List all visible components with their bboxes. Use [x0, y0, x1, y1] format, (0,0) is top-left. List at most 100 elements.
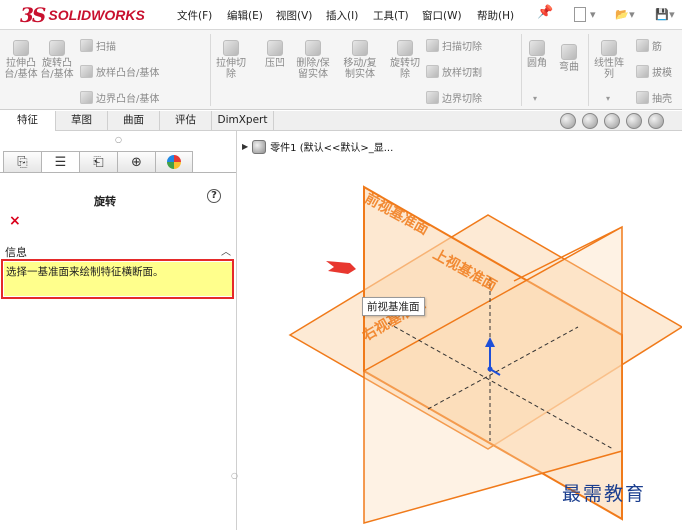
origin-point[interactable] — [487, 366, 493, 372]
swept-cut-button[interactable]: 扫描切除 — [426, 38, 482, 53]
tab-evaluate[interactable]: 评估 — [160, 111, 212, 131]
section-view-icon[interactable] — [626, 113, 642, 129]
lofted-cut-icon — [426, 65, 439, 78]
indent-icon — [267, 40, 283, 56]
draft-icon — [636, 65, 649, 78]
delete-keep-body-button[interactable]: 删除/保 留实体 — [293, 40, 333, 80]
pin-icon[interactable]: 📌 — [537, 5, 553, 20]
shell-label: 抽壳 — [652, 94, 672, 105]
loft-label: 放样凸台/基体 — [96, 68, 160, 79]
shell-button[interactable]: 抽壳 — [636, 90, 672, 105]
pattern-dropdown-icon[interactable]: ▾ — [606, 94, 610, 103]
dimxpert-manager-tab[interactable]: ⊕ — [117, 151, 155, 173]
ribbon-separator — [210, 34, 211, 106]
menu-help[interactable]: 帮助(H) — [477, 8, 514, 23]
ribbon-separator — [521, 34, 522, 106]
extrude-cut-label: 拉伸切 除 — [216, 58, 246, 80]
solidworks-logo[interactable]: 3S SOLIDWORKS — [20, 3, 150, 27]
cancel-button[interactable]: × — [9, 213, 21, 229]
fillet-icon — [529, 40, 545, 56]
sweep-button[interactable]: 扫描 — [80, 38, 116, 53]
crosshair-icon: ⊕ — [131, 154, 142, 170]
revolve-cut-button[interactable]: 旋转切 除 — [388, 40, 422, 80]
tab-divider — [0, 172, 236, 173]
menu-tools[interactable]: 工具(T) — [373, 8, 409, 23]
move-copy-body-button[interactable]: 移动/复 制实体 — [340, 40, 380, 80]
chevron-up-icon[interactable]: ︿ — [221, 243, 231, 258]
tab-surfaces[interactable]: 曲面 — [108, 111, 160, 131]
delete-keep-body-label: 删除/保 留实体 — [296, 58, 330, 80]
menu-window[interactable]: 窗口(W) — [422, 8, 462, 23]
watermark: 最需教育 — [562, 483, 647, 505]
boundary-cut-button[interactable]: 边界切除 — [426, 90, 482, 105]
ribbon-separator — [588, 34, 589, 106]
revolve-boss-label: 旋转凸 台/基体 — [40, 58, 74, 80]
message-section-title: 信息 — [5, 246, 27, 259]
feature-manager-tab[interactable]: ⎘ — [3, 151, 41, 173]
help-icon[interactable]: ? — [207, 189, 221, 203]
dropdown-icon: ▾ — [629, 7, 635, 21]
command-manager-ribbon: 拉伸凸 台/基体 旋转凸 台/基体 扫描 放样凸台/基体 边界凸台/基体 拉伸切… — [0, 30, 682, 110]
extrude-boss-button[interactable]: 拉伸凸 台/基体 — [4, 40, 38, 80]
save-button[interactable]: 💾 ▾ — [648, 4, 682, 24]
new-document-button[interactable]: ▾ — [568, 4, 602, 24]
extrude-boss-label: 拉伸凸 台/基体 — [4, 58, 38, 80]
pointer-arrow-icon — [326, 261, 356, 274]
fillet-button[interactable]: 圆角 — [524, 40, 550, 69]
message-section-header[interactable]: 信息 ︿ — [5, 244, 231, 260]
tab-sketch[interactable]: 草图 — [56, 111, 108, 131]
previous-view-icon[interactable] — [604, 113, 620, 129]
rib-icon — [636, 39, 649, 52]
panel-grip-icon[interactable]: ○ — [0, 135, 237, 144]
display-pie-icon — [167, 155, 181, 169]
revolve-cut-label: 旋转切 除 — [390, 58, 420, 80]
save-icon: 💾 — [655, 7, 670, 21]
boundary-cut-icon — [426, 91, 439, 104]
logo-text: SOLIDWORKS — [48, 7, 145, 23]
heads-up-view-toolbar — [560, 113, 664, 129]
menu-file[interactable]: 文件(F) — [177, 8, 212, 23]
menu-view[interactable]: 视图(V) — [276, 8, 312, 23]
command-tabs: 特征 草图 曲面 评估 DimXpert — [0, 111, 682, 131]
linear-pattern-label: 线性阵 列 — [594, 58, 624, 80]
open-document-button[interactable]: 📂 ▾ — [608, 4, 642, 24]
feature-title: 旋转 — [94, 195, 116, 208]
menu-insert[interactable]: 插入(I) — [326, 8, 358, 23]
revolve-boss-button[interactable]: 旋转凸 台/基体 — [40, 40, 74, 80]
extrude-cut-button[interactable]: 拉伸切 除 — [214, 40, 248, 80]
view-orientation-icon[interactable] — [648, 113, 664, 129]
swept-cut-label: 扫描切除 — [442, 42, 482, 53]
tab-dimxpert[interactable]: DimXpert — [212, 111, 274, 131]
property-manager-tab[interactable]: ☰ — [41, 151, 79, 173]
zoom-to-fit-icon[interactable] — [560, 113, 576, 129]
fillet-dropdown-icon[interactable]: ▾ — [533, 94, 537, 103]
feature-tree-icon: ⎘ — [17, 154, 28, 170]
configuration-manager-tab[interactable]: ⎗ — [79, 151, 117, 173]
boundary-cut-label: 边界切除 — [442, 94, 482, 105]
menu-edit[interactable]: 编辑(E) — [227, 8, 263, 23]
highlight-box — [1, 259, 234, 299]
manager-tabs: ⎘ ☰ ⎗ ⊕ — [3, 151, 193, 173]
display-manager-tab[interactable] — [155, 151, 193, 173]
sweep-label: 扫描 — [96, 42, 116, 53]
loft-button[interactable]: 放样凸台/基体 — [80, 64, 159, 79]
linear-pattern-button[interactable]: 线性阵 列 — [591, 40, 627, 80]
panel-resize-handle[interactable]: ○ — [231, 471, 238, 480]
rib-button[interactable]: 筋 — [636, 38, 662, 53]
indent-label: 压凹 — [265, 58, 285, 69]
graphics-area[interactable]: ▶ 零件1 (默认<<默认>_显... 前视基准面 上视基准面 右视基准面 前视… — [238, 131, 682, 530]
flex-button[interactable]: 弯曲 — [555, 44, 583, 73]
zoom-area-icon[interactable] — [582, 113, 598, 129]
boundary-boss-icon — [80, 91, 93, 104]
draft-button[interactable]: 拔模 — [636, 64, 672, 79]
flex-icon — [561, 44, 577, 60]
fillet-label: 圆角 — [527, 58, 547, 69]
open-folder-icon: 📂 — [615, 7, 630, 21]
draft-label: 拔模 — [652, 68, 672, 79]
lofted-cut-button[interactable]: 放样切割 — [426, 64, 482, 79]
move-copy-icon — [352, 40, 368, 56]
tab-features[interactable]: 特征 — [0, 111, 56, 131]
menu-bar: 3S SOLIDWORKS 文件(F) 编辑(E) 视图(V) 插入(I) 工具… — [0, 0, 682, 30]
indent-button[interactable]: 压凹 — [260, 40, 290, 69]
boundary-boss-button[interactable]: 边界凸台/基体 — [80, 90, 159, 105]
